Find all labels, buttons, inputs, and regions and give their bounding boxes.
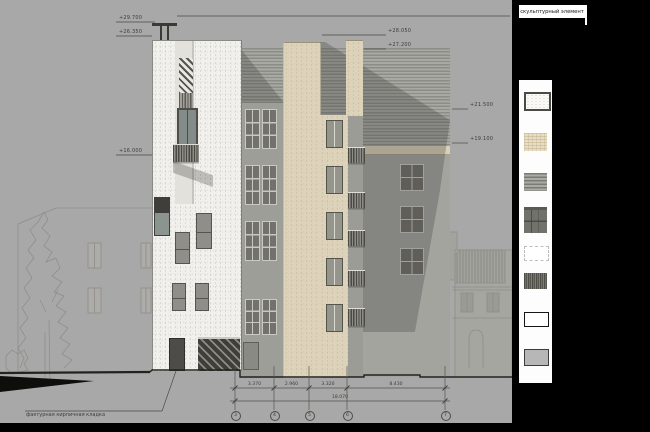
grid-axis-bubble: 4 — [270, 411, 280, 421]
elevation-drawing-canvas: +29.700 +26.350 +16.000 +28.050 +27.200 … — [0, 0, 650, 432]
dimension-value: 8.430 — [347, 382, 445, 387]
material-legend-panel — [519, 80, 552, 383]
level-leader-lines — [25, 16, 510, 411]
dimension-value: 3.370 — [235, 382, 274, 387]
dimension-value: 2.960 — [274, 382, 309, 387]
dark-window-grid-swatch — [524, 207, 547, 233]
level-mark: +16.000 — [119, 148, 142, 154]
terrain-line — [0, 370, 512, 392]
beige-decorative-brick-swatch — [524, 133, 547, 151]
dimension-lines — [230, 366, 450, 410]
level-mark: +27.200 — [388, 42, 411, 48]
grid-axis-bubble: 6 — [343, 411, 353, 421]
grid-axis-bubble: 5 — [305, 411, 315, 421]
level-mark: +19.100 — [470, 136, 493, 142]
white-plaster-swatch — [524, 312, 549, 327]
level-mark: +21.500 — [470, 102, 493, 108]
level-mark: +28.050 — [388, 28, 411, 34]
dashed-hidden-element-swatch — [524, 246, 549, 261]
dark-streaked-finish-swatch — [524, 273, 547, 289]
callout-tick — [585, 5, 587, 25]
gray-plaster-swatch — [524, 349, 549, 366]
white-textured-brick-swatch — [524, 92, 551, 111]
dimension-and-terrain-linework — [0, 0, 512, 423]
ribbed-horizontal-panel-swatch — [524, 173, 547, 191]
dimension-total: 18.070 — [235, 395, 445, 400]
dimension-value: 3.320 — [309, 382, 347, 387]
sculpture-callout-label: скульптурный элемент — [519, 5, 585, 18]
grid-axis-bubble: 7 — [441, 411, 451, 421]
level-mark: +26.350 — [119, 29, 142, 35]
material-note: фактурная кирпичная кладка — [26, 412, 105, 418]
level-mark: +29.700 — [119, 15, 142, 21]
grid-axis-bubble: 3 — [231, 411, 241, 421]
